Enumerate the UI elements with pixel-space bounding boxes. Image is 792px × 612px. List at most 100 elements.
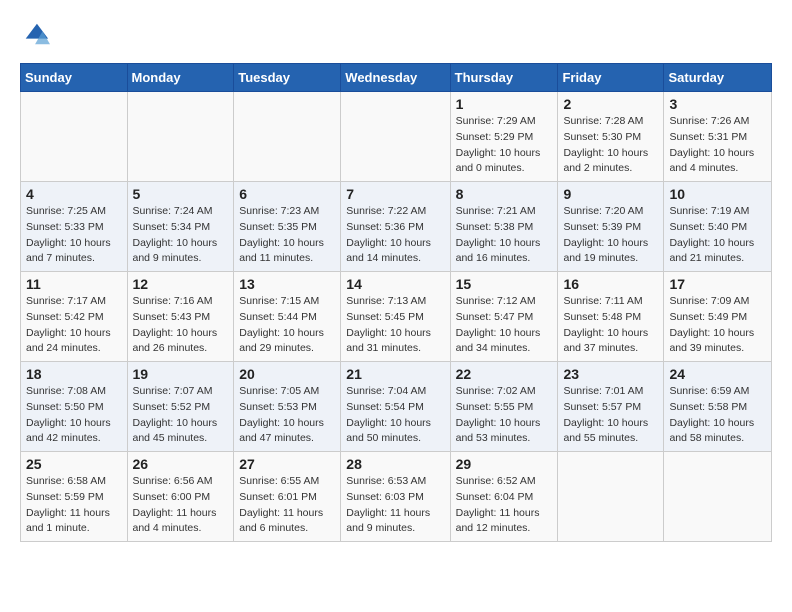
day-number: 15	[456, 276, 553, 292]
calendar-cell: 10 Sunrise: 7:19 AM Sunset: 5:40 PM Dayli…	[664, 182, 772, 272]
day-number: 21	[346, 366, 444, 382]
logo	[20, 20, 56, 53]
weekday-header-saturday: Saturday	[664, 64, 772, 92]
day-info: Sunrise: 7:24 AM Sunset: 5:34 PM Dayligh…	[133, 204, 229, 267]
calendar-cell: 20 Sunrise: 7:05 AM Sunset: 5:53 PM Dayli…	[234, 362, 341, 452]
day-number: 22	[456, 366, 553, 382]
day-info: Sunrise: 7:22 AM Sunset: 5:36 PM Dayligh…	[346, 204, 444, 267]
calendar-cell: 15 Sunrise: 7:12 AM Sunset: 5:47 PM Dayli…	[450, 272, 558, 362]
day-info: Sunrise: 7:13 AM Sunset: 5:45 PM Dayligh…	[346, 294, 444, 357]
calendar-cell: 16 Sunrise: 7:11 AM Sunset: 5:48 PM Dayli…	[558, 272, 664, 362]
calendar-cell: 7 Sunrise: 7:22 AM Sunset: 5:36 PM Daylig…	[341, 182, 450, 272]
calendar-cell: 8 Sunrise: 7:21 AM Sunset: 5:38 PM Daylig…	[450, 182, 558, 272]
day-info: Sunrise: 7:09 AM Sunset: 5:49 PM Dayligh…	[669, 294, 766, 357]
day-number: 3	[669, 96, 766, 112]
calendar-cell: 3 Sunrise: 7:26 AM Sunset: 5:31 PM Daylig…	[664, 92, 772, 182]
day-number: 18	[26, 366, 122, 382]
calendar-cell: 1 Sunrise: 7:29 AM Sunset: 5:29 PM Daylig…	[450, 92, 558, 182]
day-info: Sunrise: 6:53 AM Sunset: 6:03 PM Dayligh…	[346, 474, 444, 537]
day-info: Sunrise: 7:08 AM Sunset: 5:50 PM Dayligh…	[26, 384, 122, 447]
calendar-cell	[558, 452, 664, 542]
day-number: 16	[563, 276, 658, 292]
calendar-cell: 14 Sunrise: 7:13 AM Sunset: 5:45 PM Dayli…	[341, 272, 450, 362]
calendar-cell	[127, 92, 234, 182]
day-info: Sunrise: 7:20 AM Sunset: 5:39 PM Dayligh…	[563, 204, 658, 267]
day-info: Sunrise: 7:29 AM Sunset: 5:29 PM Dayligh…	[456, 114, 553, 177]
weekday-header-friday: Friday	[558, 64, 664, 92]
day-number: 28	[346, 456, 444, 472]
calendar-cell: 24 Sunrise: 6:59 AM Sunset: 5:58 PM Dayli…	[664, 362, 772, 452]
day-number: 7	[346, 186, 444, 202]
calendar-table: SundayMondayTuesdayWednesdayThursdayFrid…	[20, 63, 772, 542]
logo-icon	[22, 20, 50, 48]
calendar-cell: 23 Sunrise: 7:01 AM Sunset: 5:57 PM Dayli…	[558, 362, 664, 452]
day-number: 1	[456, 96, 553, 112]
day-number: 26	[133, 456, 229, 472]
calendar-cell: 18 Sunrise: 7:08 AM Sunset: 5:50 PM Dayli…	[21, 362, 128, 452]
weekday-header-sunday: Sunday	[21, 64, 128, 92]
calendar-cell: 26 Sunrise: 6:56 AM Sunset: 6:00 PM Dayli…	[127, 452, 234, 542]
calendar-cell: 21 Sunrise: 7:04 AM Sunset: 5:54 PM Dayli…	[341, 362, 450, 452]
day-info: Sunrise: 6:56 AM Sunset: 6:00 PM Dayligh…	[133, 474, 229, 537]
day-number: 6	[239, 186, 335, 202]
day-info: Sunrise: 7:04 AM Sunset: 5:54 PM Dayligh…	[346, 384, 444, 447]
day-info: Sunrise: 7:11 AM Sunset: 5:48 PM Dayligh…	[563, 294, 658, 357]
calendar-cell	[234, 92, 341, 182]
calendar-cell	[664, 452, 772, 542]
day-number: 29	[456, 456, 553, 472]
calendar-cell: 13 Sunrise: 7:15 AM Sunset: 5:44 PM Dayli…	[234, 272, 341, 362]
day-number: 10	[669, 186, 766, 202]
page-header	[20, 20, 772, 53]
day-number: 5	[133, 186, 229, 202]
day-number: 11	[26, 276, 122, 292]
calendar-cell: 2Sunrise: 7:28 AM Sunset: 5:30 PM Daylig…	[558, 92, 664, 182]
day-number: 20	[239, 366, 335, 382]
day-info: Sunrise: 7:01 AM Sunset: 5:57 PM Dayligh…	[563, 384, 658, 447]
day-number: 13	[239, 276, 335, 292]
calendar-cell: 4 Sunrise: 7:25 AM Sunset: 5:33 PM Daylig…	[21, 182, 128, 272]
day-number: 23	[563, 366, 658, 382]
day-info: Sunrise: 7:23 AM Sunset: 5:35 PM Dayligh…	[239, 204, 335, 267]
day-number: 14	[346, 276, 444, 292]
day-info: Sunrise: 6:52 AM Sunset: 6:04 PM Dayligh…	[456, 474, 553, 537]
calendar-cell: 5 Sunrise: 7:24 AM Sunset: 5:34 PM Daylig…	[127, 182, 234, 272]
day-info: Sunrise: 6:55 AM Sunset: 6:01 PM Dayligh…	[239, 474, 335, 537]
day-number: 4	[26, 186, 122, 202]
day-number: 25	[26, 456, 122, 472]
calendar-cell	[341, 92, 450, 182]
day-number: 9	[563, 186, 658, 202]
calendar-cell: 11 Sunrise: 7:17 AM Sunset: 5:42 PM Dayli…	[21, 272, 128, 362]
day-info: Sunrise: 7:16 AM Sunset: 5:43 PM Dayligh…	[133, 294, 229, 357]
day-number: 8	[456, 186, 553, 202]
calendar-cell: 17 Sunrise: 7:09 AM Sunset: 5:49 PM Dayli…	[664, 272, 772, 362]
day-number: 24	[669, 366, 766, 382]
calendar-cell: 29 Sunrise: 6:52 AM Sunset: 6:04 PM Dayli…	[450, 452, 558, 542]
day-info: Sunrise: 7:12 AM Sunset: 5:47 PM Dayligh…	[456, 294, 553, 357]
day-info: Sunrise: 7:26 AM Sunset: 5:31 PM Dayligh…	[669, 114, 766, 177]
day-number: 27	[239, 456, 335, 472]
day-info: Sunrise: 7:05 AM Sunset: 5:53 PM Dayligh…	[239, 384, 335, 447]
day-info: Sunrise: 7:02 AM Sunset: 5:55 PM Dayligh…	[456, 384, 553, 447]
day-info: Sunrise: 7:28 AM Sunset: 5:30 PM Dayligh…	[563, 114, 658, 177]
calendar-cell: 22 Sunrise: 7:02 AM Sunset: 5:55 PM Dayli…	[450, 362, 558, 452]
weekday-header-tuesday: Tuesday	[234, 64, 341, 92]
day-info: Sunrise: 7:07 AM Sunset: 5:52 PM Dayligh…	[133, 384, 229, 447]
calendar-cell: 28 Sunrise: 6:53 AM Sunset: 6:03 PM Dayli…	[341, 452, 450, 542]
day-info: Sunrise: 7:17 AM Sunset: 5:42 PM Dayligh…	[26, 294, 122, 357]
day-info: Sunrise: 7:25 AM Sunset: 5:33 PM Dayligh…	[26, 204, 122, 267]
calendar-cell: 27 Sunrise: 6:55 AM Sunset: 6:01 PM Dayli…	[234, 452, 341, 542]
day-info: Sunrise: 7:21 AM Sunset: 5:38 PM Dayligh…	[456, 204, 553, 267]
calendar-cell: 6 Sunrise: 7:23 AM Sunset: 5:35 PM Daylig…	[234, 182, 341, 272]
weekday-header-wednesday: Wednesday	[341, 64, 450, 92]
day-number: 17	[669, 276, 766, 292]
calendar-cell: 25Sunrise: 6:58 AM Sunset: 5:59 PM Dayli…	[21, 452, 128, 542]
day-info: Sunrise: 6:59 AM Sunset: 5:58 PM Dayligh…	[669, 384, 766, 447]
weekday-header-monday: Monday	[127, 64, 234, 92]
calendar-cell: 12 Sunrise: 7:16 AM Sunset: 5:43 PM Dayli…	[127, 272, 234, 362]
calendar-cell: 9 Sunrise: 7:20 AM Sunset: 5:39 PM Daylig…	[558, 182, 664, 272]
day-number: 12	[133, 276, 229, 292]
day-info: Sunrise: 7:19 AM Sunset: 5:40 PM Dayligh…	[669, 204, 766, 267]
calendar-cell: 19 Sunrise: 7:07 AM Sunset: 5:52 PM Dayli…	[127, 362, 234, 452]
day-info: Sunrise: 7:15 AM Sunset: 5:44 PM Dayligh…	[239, 294, 335, 357]
day-number: 19	[133, 366, 229, 382]
